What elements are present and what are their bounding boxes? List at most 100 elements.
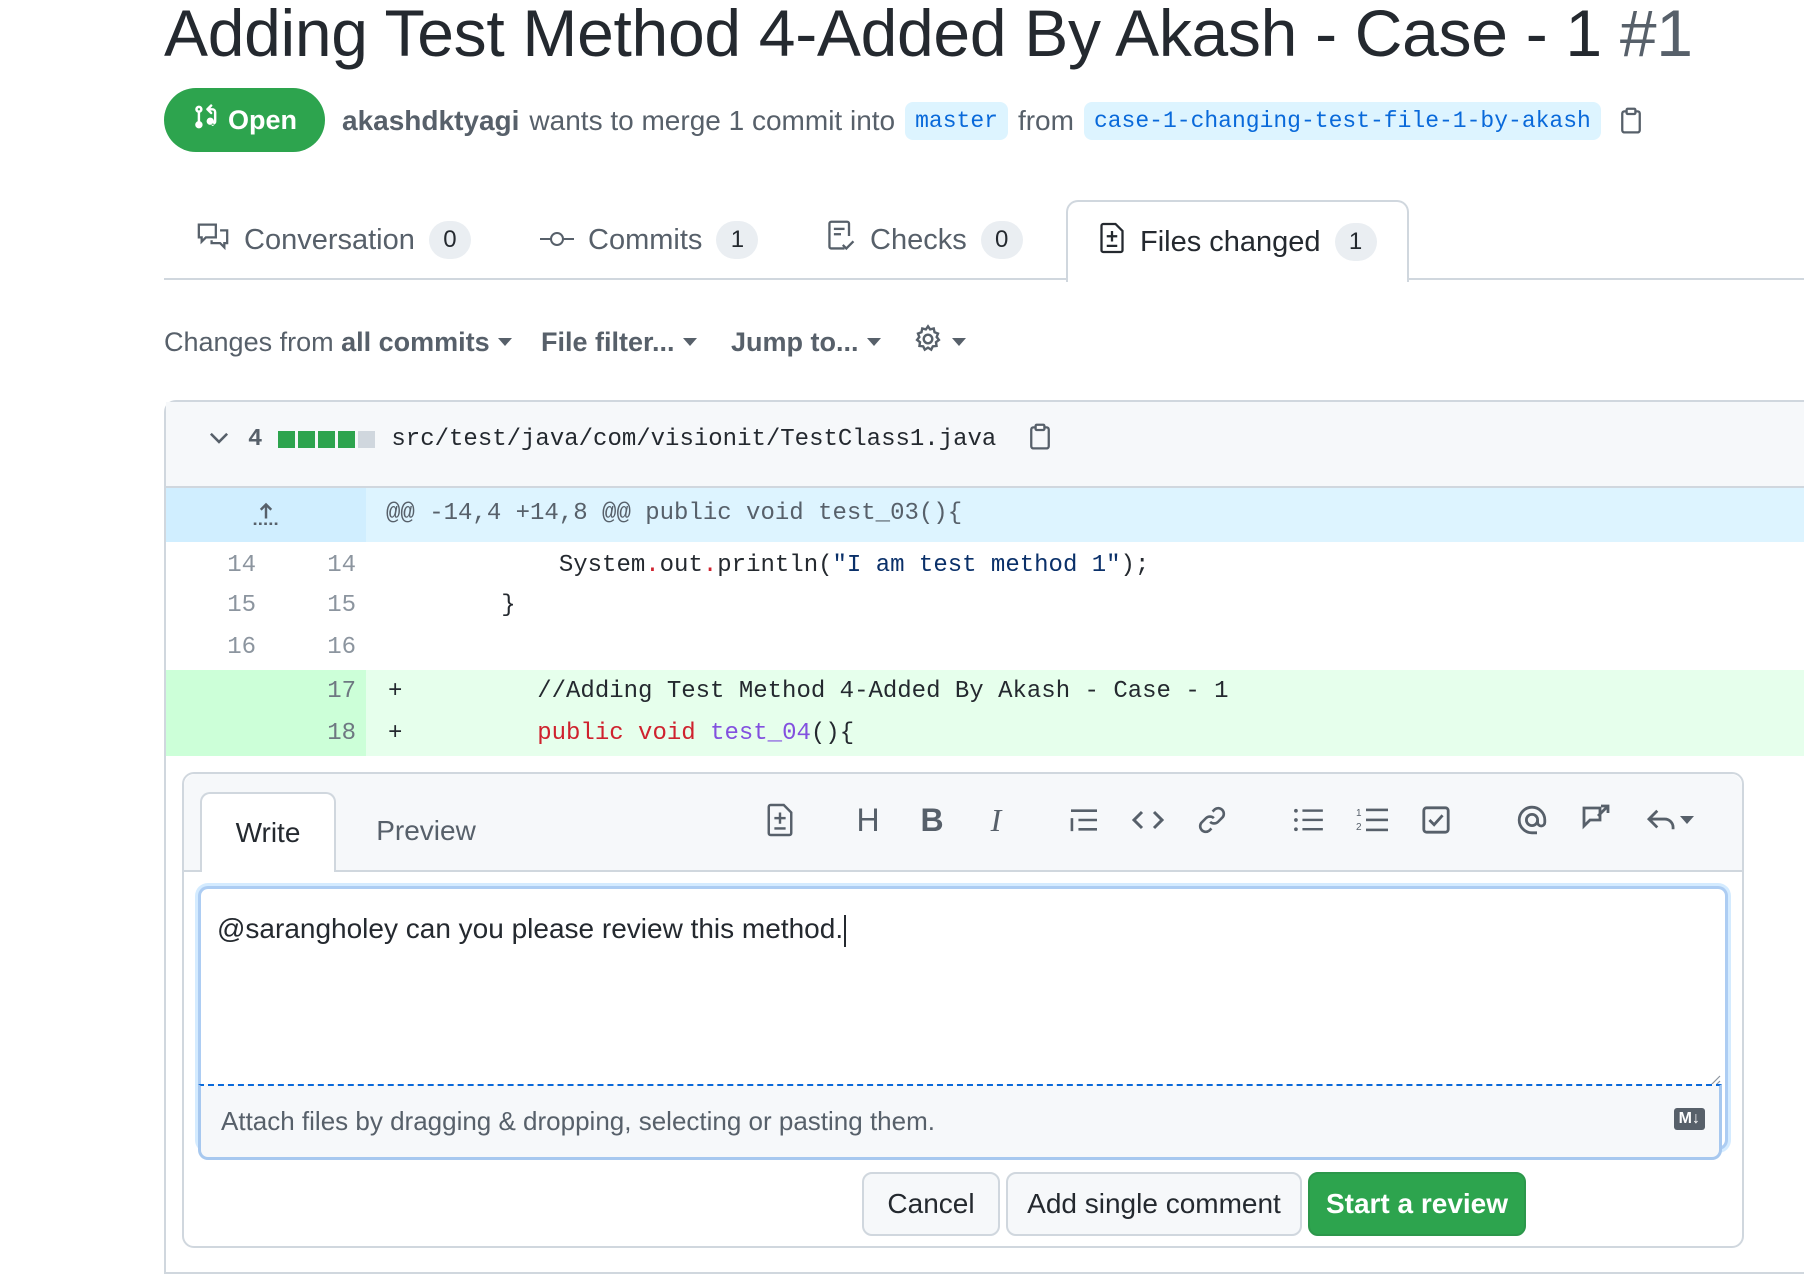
tab-files-changed[interactable]: Files changed 1 — [1066, 200, 1409, 284]
tab-count: 0 — [428, 221, 471, 259]
bold-icon[interactable]: B — [912, 800, 952, 840]
markdown-icon[interactable]: M↓ — [1673, 1108, 1705, 1130]
tab-write[interactable]: Write — [200, 792, 336, 872]
code-token: (){ — [810, 720, 855, 747]
diffstat-block — [318, 431, 336, 448]
changes-value: all commits — [341, 326, 490, 357]
code-token: . — [702, 552, 718, 579]
mention-icon[interactable] — [1512, 800, 1552, 840]
checklist-icon — [826, 220, 856, 260]
jump-to-dropdown[interactable]: Jump to... — [731, 320, 881, 364]
caret-down-icon — [682, 338, 697, 346]
caret-down-icon — [1680, 816, 1694, 824]
tab-label: Files changed — [1140, 225, 1321, 258]
head-branch[interactable]: case-1-changing-test-file-1-by-akash — [1083, 102, 1601, 140]
diffstat-block — [298, 431, 316, 448]
pr-number: #1 — [1619, 0, 1693, 70]
code-token: public void — [537, 720, 696, 747]
tab-commits[interactable]: Commits 1 — [540, 200, 759, 280]
hunk-text: @@ -14,4 +14,8 @@ public void test_03(){ — [386, 500, 963, 527]
file-filter-dropdown[interactable]: File filter... — [541, 320, 697, 364]
tab-label: Commits — [588, 223, 703, 256]
old-line-number[interactable]: 16 — [166, 634, 256, 661]
reply-icon[interactable] — [1640, 800, 1700, 840]
gear-icon — [912, 323, 944, 362]
file-path-link[interactable]: src/test/java/com/visionit/TestClass1.ja… — [391, 426, 996, 453]
tab-checks[interactable]: Checks 0 — [826, 200, 1023, 280]
old-line-number[interactable]: 15 — [166, 592, 256, 619]
code-token: "I am test method 1" — [832, 552, 1121, 579]
attach-files-area[interactable]: Attach files by dragging & dropping, sel… — [198, 1084, 1722, 1160]
pr-from-text: from — [1017, 105, 1074, 136]
code-token: println( — [717, 552, 833, 579]
heading-icon[interactable]: H — [848, 800, 888, 840]
pull-request-icon — [192, 103, 218, 137]
comment-header: Write Preview H B I 12 — [184, 774, 1742, 872]
svg-text:1: 1 — [1356, 808, 1362, 819]
diff-line-added: 18 + public void test_04(){ — [166, 712, 1804, 756]
heading-add-icon[interactable] — [760, 800, 800, 840]
caret-down-icon — [952, 338, 966, 346]
diffstat-block — [278, 431, 296, 448]
code-token: . — [645, 552, 660, 579]
jump-to-label: Jump to... — [731, 326, 859, 357]
tab-preview[interactable]: Preview — [360, 792, 492, 870]
link-icon[interactable] — [1192, 800, 1232, 840]
code-icon[interactable] — [1128, 800, 1168, 840]
cancel-button[interactable]: Cancel — [862, 1172, 1000, 1236]
add-single-comment-button[interactable]: Add single comment — [1006, 1172, 1302, 1236]
chevron-down-icon[interactable] — [206, 424, 232, 455]
hunk-header: @@ -14,4 +14,8 @@ public void test_03(){ — [166, 488, 1804, 542]
line-code: System.out.println("I am test method 1")… — [386, 552, 1150, 579]
tab-conversation[interactable]: Conversation 0 — [196, 200, 471, 280]
file-diff-icon — [1098, 222, 1126, 262]
diffstat-block — [338, 431, 356, 448]
comment-value: @sarangholey can you please review this … — [217, 913, 844, 944]
diffstat-block — [358, 431, 376, 448]
caret-down-icon — [866, 338, 881, 346]
tab-count: 1 — [716, 221, 759, 259]
diff-line: 16 16 — [166, 626, 1804, 668]
diff-change-count: 4 — [248, 426, 263, 453]
cross-reference-icon[interactable] — [1576, 800, 1616, 840]
comment-text: @sarangholey can you please review this … — [217, 913, 847, 947]
bulleted-list-icon[interactable] — [1288, 800, 1328, 840]
old-line-number[interactable]: 14 — [166, 552, 256, 579]
pr-author-link[interactable]: akashdktyagi — [342, 105, 519, 137]
tab-label: Checks — [870, 223, 967, 256]
pr-state-badge: Open — [164, 88, 325, 152]
pr-title: Adding Test Method 4-Added By Akash - Ca… — [164, 0, 1693, 66]
new-line-number[interactable]: 16 — [266, 634, 356, 661]
add-marker: + — [388, 678, 403, 705]
new-line-number[interactable]: 17 — [266, 678, 356, 705]
copy-path-icon[interactable] — [1026, 422, 1054, 457]
task-list-icon[interactable] — [1416, 800, 1456, 840]
attach-files-text: Attach files by dragging & dropping, sel… — [221, 1106, 935, 1136]
line-code: public void test_04(){ — [422, 720, 854, 747]
diffstat-bar — [278, 431, 376, 448]
new-line-number[interactable]: 15 — [266, 592, 356, 619]
inline-comment-form: Write Preview H B I 12 @sarangholey can … — [182, 772, 1744, 1248]
pr-title-text: Adding Test Method 4-Added By Akash - Ca… — [164, 0, 1602, 70]
diff-settings-dropdown[interactable] — [912, 320, 966, 364]
copy-branch-icon[interactable] — [1617, 106, 1645, 136]
tab-label: Conversation — [244, 223, 415, 256]
code-token: test_04 — [710, 720, 811, 747]
new-line-number[interactable]: 18 — [266, 720, 356, 747]
add-marker: + — [388, 720, 403, 747]
comment-discussion-icon — [196, 221, 230, 259]
code-token: ); — [1120, 552, 1150, 579]
start-review-button[interactable]: Start a review — [1308, 1172, 1526, 1236]
caret-down-icon — [497, 338, 512, 346]
commit-icon — [540, 224, 574, 257]
svg-text:2: 2 — [1356, 822, 1362, 833]
new-line-number[interactable]: 14 — [266, 552, 356, 579]
quote-icon[interactable] — [1064, 800, 1104, 840]
numbered-list-icon[interactable]: 12 — [1352, 800, 1392, 840]
italic-icon[interactable]: I — [976, 800, 1016, 840]
base-branch[interactable]: master — [905, 102, 1008, 140]
changes-from-dropdown[interactable]: Changes from all commits — [164, 320, 512, 364]
tab-count: 0 — [980, 221, 1023, 259]
expand-up-button[interactable] — [166, 488, 366, 542]
